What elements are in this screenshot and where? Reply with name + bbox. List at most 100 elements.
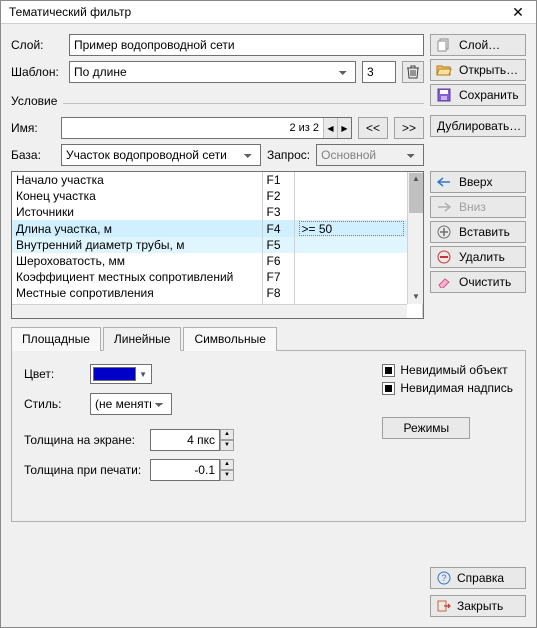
up-button[interactable]: Вверх — [430, 171, 526, 193]
invisible-object-check[interactable]: Невидимый объект — [382, 363, 513, 377]
exit-icon — [437, 599, 451, 613]
duplicate-button[interactable]: Дублировать… — [430, 115, 526, 137]
arrow-left-icon — [435, 174, 453, 190]
field-value-cell[interactable] — [294, 188, 423, 204]
field-code-cell: F7 — [262, 269, 294, 285]
thick-print-spin[interactable]: ▲▼ — [220, 459, 234, 481]
invisible-label-check[interactable]: Невидимая надпись — [382, 381, 513, 395]
thick-screen-label: Толщина на экране: — [24, 433, 144, 447]
field-value-cell[interactable] — [294, 237, 423, 253]
plus-circle-icon — [435, 224, 453, 240]
field-name-cell: Шероховатость, мм — [12, 253, 262, 269]
color-swatch[interactable]: ▼ — [90, 364, 152, 384]
tabstrip: Площадные Линейные Символьные — [11, 327, 526, 351]
thick-print-input[interactable] — [150, 459, 220, 481]
table-row[interactable]: Внутренний диаметр трубы, мF5 — [12, 237, 423, 253]
field-code-cell: F6 — [262, 253, 294, 269]
table-row[interactable]: Шероховатость, ммF6 — [12, 253, 423, 269]
thick-screen-input[interactable] — [150, 429, 220, 451]
scroll-up-icon[interactable]: ▲ — [409, 172, 423, 186]
grid-hscroll[interactable] — [12, 304, 407, 318]
fields-grid[interactable]: Начало участкаF1Конец участкаF2Источники… — [11, 171, 424, 319]
tab-linear[interactable]: Линейные — [103, 327, 182, 351]
tab-symbol[interactable]: Символьные — [183, 327, 276, 351]
down-button[interactable]: Вниз — [430, 196, 526, 218]
open-button[interactable]: Открыть… — [430, 59, 526, 81]
field-value-cell[interactable] — [294, 204, 423, 220]
content: Слой: Шаблон: По длине Условие — [1, 24, 536, 627]
color-label: Цвет: — [24, 367, 84, 381]
save-button[interactable]: Сохранить — [430, 84, 526, 106]
table-row[interactable]: Начало участкаF1 — [12, 172, 423, 188]
field-value-cell[interactable]: >= 50… — [294, 220, 423, 237]
scroll-down-icon[interactable]: ▼ — [409, 290, 423, 304]
tab-panel-linear: Цвет: ▼ Стиль: (не менять) Толщина на эк… — [11, 350, 526, 522]
table-row[interactable]: Коэффициент местных сопротивленийF7 — [12, 269, 423, 285]
field-name-cell: Конец участка — [12, 188, 262, 204]
field-code-cell: F5 — [262, 237, 294, 253]
eraser-icon — [435, 274, 453, 290]
chevron-down-icon: ▼ — [139, 370, 147, 379]
table-row[interactable]: ИсточникиF3 — [12, 204, 423, 220]
name-counter: 2 из 2 — [285, 122, 323, 134]
insert-button[interactable]: Вставить — [430, 221, 526, 243]
condition-divider — [63, 103, 424, 104]
close-icon[interactable]: ✕ — [508, 4, 528, 21]
field-value-cell[interactable] — [294, 285, 423, 301]
style-label: Стиль: — [24, 397, 84, 411]
name-prev-small-button[interactable]: ◀ — [323, 118, 337, 138]
window-title: Тематический фильтр — [9, 5, 508, 19]
field-code-cell: F3 — [262, 204, 294, 220]
query-combo[interactable]: Основной — [316, 144, 424, 166]
name-prev-button[interactable]: << — [358, 117, 388, 139]
checkbox-icon — [382, 382, 395, 395]
layer-label: Слой: — [11, 38, 63, 52]
trash-icon — [407, 65, 419, 79]
field-name-cell: Начало участка — [12, 172, 262, 188]
help-icon: ? — [437, 571, 451, 585]
name-label: Имя: — [11, 121, 55, 135]
field-name-cell: Внутренний диаметр трубы, м — [12, 237, 262, 253]
layer-field[interactable] — [69, 34, 424, 56]
layer-button[interactable]: Слой… — [430, 34, 526, 56]
name-next-button[interactable]: >> — [394, 117, 424, 139]
grid-vscroll[interactable]: ▲ ▼ — [407, 172, 423, 304]
field-value-cell[interactable] — [294, 253, 423, 269]
template-label: Шаблон: — [11, 65, 63, 79]
field-name-cell: Длина участка, м — [12, 220, 262, 237]
modes-button[interactable]: Режимы — [382, 417, 470, 439]
field-code-cell: F1 — [262, 172, 294, 188]
name-next-small-button[interactable]: ▶ — [337, 118, 351, 138]
close-button[interactable]: Закрыть — [430, 595, 526, 617]
field-code-cell: F8 — [262, 285, 294, 301]
base-combo[interactable]: Участок водопроводной сети — [61, 144, 261, 166]
thick-print-label: Толщина при печати: — [24, 463, 144, 477]
clear-button[interactable]: Очистить — [430, 271, 526, 293]
table-row[interactable]: Конец участкаF2 — [12, 188, 423, 204]
arrow-right-icon — [435, 199, 453, 215]
copy-icon — [435, 37, 453, 53]
tab-area[interactable]: Площадные — [11, 327, 101, 351]
table-row[interactable]: Местные сопротивленияF8 — [12, 285, 423, 301]
template-combo[interactable]: По длине — [69, 61, 356, 83]
style-combo[interactable]: (не менять) — [90, 393, 172, 415]
titlebar: Тематический фильтр ✕ — [1, 1, 536, 24]
field-code-cell: F4 — [262, 220, 294, 237]
table-row[interactable]: Длина участка, мF4>= 50… — [12, 220, 423, 237]
condition-label: Условие — [11, 94, 57, 108]
base-label: База: — [11, 148, 55, 162]
field-value-cell[interactable] — [294, 172, 423, 188]
save-icon — [435, 87, 453, 103]
field-value-cell[interactable] — [294, 269, 423, 285]
field-name-cell: Источники — [12, 204, 262, 220]
help-button[interactable]: ? Справка — [430, 567, 526, 589]
name-field[interactable] — [62, 118, 285, 138]
delete-button[interactable]: Удалить — [430, 246, 526, 268]
checkbox-icon — [382, 364, 395, 377]
delete-template-button[interactable] — [402, 61, 424, 83]
thick-screen-spin[interactable]: ▲▼ — [220, 429, 234, 451]
folder-open-icon — [435, 62, 453, 78]
template-count-field[interactable] — [362, 61, 396, 83]
field-code-cell: F2 — [262, 188, 294, 204]
color-preview — [93, 367, 136, 381]
